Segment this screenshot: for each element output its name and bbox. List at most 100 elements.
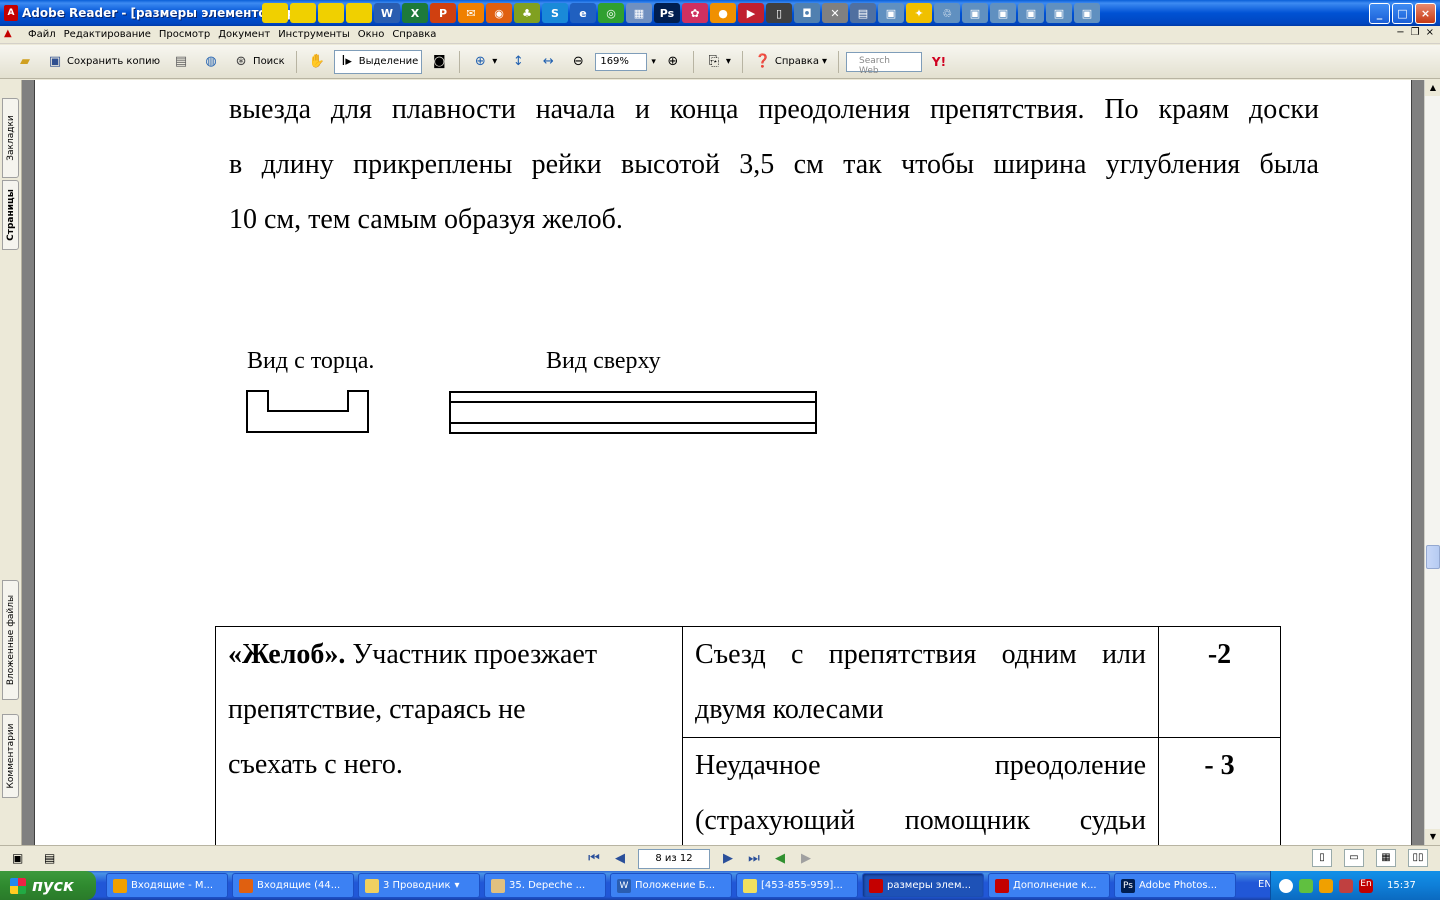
mail-icon[interactable]: ✉ [458, 3, 484, 23]
yahoo-button[interactable]: Y! [926, 50, 952, 74]
quick-launch-icon[interactable] [290, 3, 316, 23]
quick-launch-icon[interactable] [262, 3, 288, 23]
select-tool-button[interactable]: I▸ Выделение [333, 49, 423, 74]
network-icon[interactable]: ▣ [1018, 3, 1044, 23]
forward-icon[interactable]: ▶ [798, 851, 814, 867]
task-button[interactable]: Входящие - M... [106, 873, 228, 898]
camera-icon[interactable]: ◘ [794, 3, 820, 23]
search-web-input[interactable]: Search Web [845, 51, 922, 76]
menu-window[interactable]: Окно [354, 29, 389, 40]
print-button[interactable]: ▤ [168, 50, 194, 74]
zoom-in-tool-button[interactable]: ⊕ ▾ [467, 50, 501, 74]
recycle-bin-icon[interactable]: ♲ [934, 3, 960, 23]
first-page-icon[interactable]: ⏮ [586, 851, 602, 867]
start-button[interactable]: пуск [0, 871, 96, 900]
maximize-button[interactable]: □ [1392, 3, 1413, 24]
help-button[interactable]: ❓ Справка ▾ [750, 50, 831, 74]
menu-file[interactable]: Файл [24, 29, 60, 40]
network-icon[interactable]: ▣ [962, 3, 988, 23]
tab-bookmarks[interactable]: Закладки [2, 98, 19, 178]
open-button[interactable]: ▰ [12, 50, 38, 74]
task-button[interactable]: Ps Adobe Photos... [1114, 873, 1236, 898]
photoshop-icon[interactable]: Ps [654, 3, 680, 23]
scroll-down-icon[interactable]: ▼ [1425, 829, 1440, 845]
previous-page-icon[interactable]: ◀ [612, 851, 628, 867]
word-icon[interactable]: W [374, 3, 400, 23]
phone-icon[interactable]: ▯ [766, 3, 792, 23]
task-button[interactable]: Дополнение к... [988, 873, 1110, 898]
task-button[interactable]: 35. Depeche ... [484, 873, 606, 898]
calculator-icon[interactable]: ▦ [626, 3, 652, 23]
task-button[interactable]: Входящие (44... [232, 873, 354, 898]
scroll-thumb[interactable] [1426, 545, 1440, 569]
network-icon[interactable]: ▣ [878, 3, 904, 23]
menu-tools[interactable]: Инструменты [274, 29, 354, 40]
presentation-icon[interactable]: P [430, 3, 456, 23]
menu-view[interactable]: Просмотр [155, 29, 214, 40]
mail-icon[interactable] [1319, 878, 1333, 893]
firefox-icon[interactable]: ◉ [486, 3, 512, 23]
tool-icon[interactable]: ♣ [514, 3, 540, 23]
task-button[interactable]: W Положение Б... [610, 873, 732, 898]
last-page-icon[interactable]: ⏭ [746, 851, 762, 867]
quick-launch-icon[interactable] [318, 3, 344, 23]
globe-icon[interactable]: ◎ [598, 3, 624, 23]
panel-toggle-icon[interactable]: ▣ [12, 851, 23, 865]
keyboard-icon[interactable]: ▤ [850, 3, 876, 23]
menu-edit[interactable]: Редактирование [60, 29, 155, 40]
scroll-up-icon[interactable]: ▲ [1425, 80, 1440, 96]
tray-app-icon[interactable] [1339, 878, 1353, 893]
player-icon[interactable]: ● [710, 3, 736, 23]
tab-pages[interactable]: Страницы [2, 180, 19, 250]
single-page-icon[interactable]: ▯ [1312, 849, 1332, 867]
zoom-in-button[interactable]: ⊕ [660, 50, 686, 74]
page-thumb-icon[interactable]: ▤ [44, 851, 55, 865]
doc-restore-icon[interactable]: ❐ [1411, 27, 1420, 38]
menu-help[interactable]: Справка [388, 29, 440, 40]
rotate-button[interactable]: ⎘ ▾ [701, 50, 735, 74]
network-icon[interactable]: ▣ [1074, 3, 1100, 23]
next-page-icon[interactable]: ▶ [720, 851, 736, 867]
task-button[interactable]: размеры элем... [862, 873, 984, 898]
doc-close-icon[interactable]: × [1426, 27, 1434, 38]
zoom-out-button[interactable]: ⊖ [565, 50, 591, 74]
quick-launch-icon[interactable] [346, 3, 372, 23]
document-view[interactable]: выезда для плавности начала и конца прео… [22, 80, 1424, 845]
minimize-button[interactable]: _ [1369, 3, 1390, 24]
back-icon[interactable]: ◀ [772, 851, 788, 867]
wizard-icon[interactable]: ✦ [906, 3, 932, 23]
task-button[interactable]: [453-855-959]... [736, 873, 858, 898]
continuous-icon[interactable]: ▭ [1344, 849, 1364, 867]
doc-minimize-icon[interactable]: − [1396, 27, 1404, 38]
task-label: размеры элем... [887, 880, 972, 891]
skype-icon[interactable]: S [542, 3, 568, 23]
excel-icon[interactable]: X [402, 3, 428, 23]
chevron-down-icon[interactable]: ▾ [651, 57, 656, 67]
zoom-input[interactable]: 169% [595, 52, 648, 71]
vertical-scrollbar[interactable]: ▲ ▼ [1424, 80, 1440, 845]
hand-tool-button[interactable]: ✋ [304, 50, 330, 74]
search-button[interactable]: ⊛ Поиск [228, 50, 289, 74]
fit-width-button[interactable]: ↔ [535, 50, 561, 74]
continuous-facing-icon[interactable]: ▦ [1376, 849, 1396, 867]
ie-icon[interactable]: e [570, 3, 596, 23]
media-icon[interactable]: ▶ [738, 3, 764, 23]
tools-icon[interactable]: ✕ [822, 3, 848, 23]
facing-icon[interactable]: ▯▯ [1408, 849, 1428, 867]
close-button[interactable]: × [1415, 3, 1436, 24]
email-button[interactable]: ◍ [198, 50, 224, 74]
tray-app-icon[interactable] [1299, 878, 1313, 893]
picasa-icon[interactable]: ✿ [682, 3, 708, 23]
snapshot-button[interactable]: ◙ [426, 50, 452, 74]
menu-document[interactable]: Документ [214, 29, 274, 40]
network-icon[interactable]: ▣ [1046, 3, 1072, 23]
tab-attachments[interactable]: Вложенные файлы [2, 580, 19, 700]
task-button[interactable]: 3 Проводник ▾ [358, 873, 480, 898]
network-icon[interactable]: ▣ [990, 3, 1016, 23]
fit-page-button[interactable]: ↕ [505, 50, 531, 74]
page-number-input[interactable]: 8 из 12 [638, 849, 710, 869]
tab-comments[interactable]: Комментарии [2, 714, 19, 798]
keyboard-layout-icon[interactable]: En [1359, 878, 1373, 893]
chevron-left-icon[interactable] [1279, 878, 1293, 893]
save-copy-button[interactable]: ▣ Сохранить копию [42, 50, 164, 74]
